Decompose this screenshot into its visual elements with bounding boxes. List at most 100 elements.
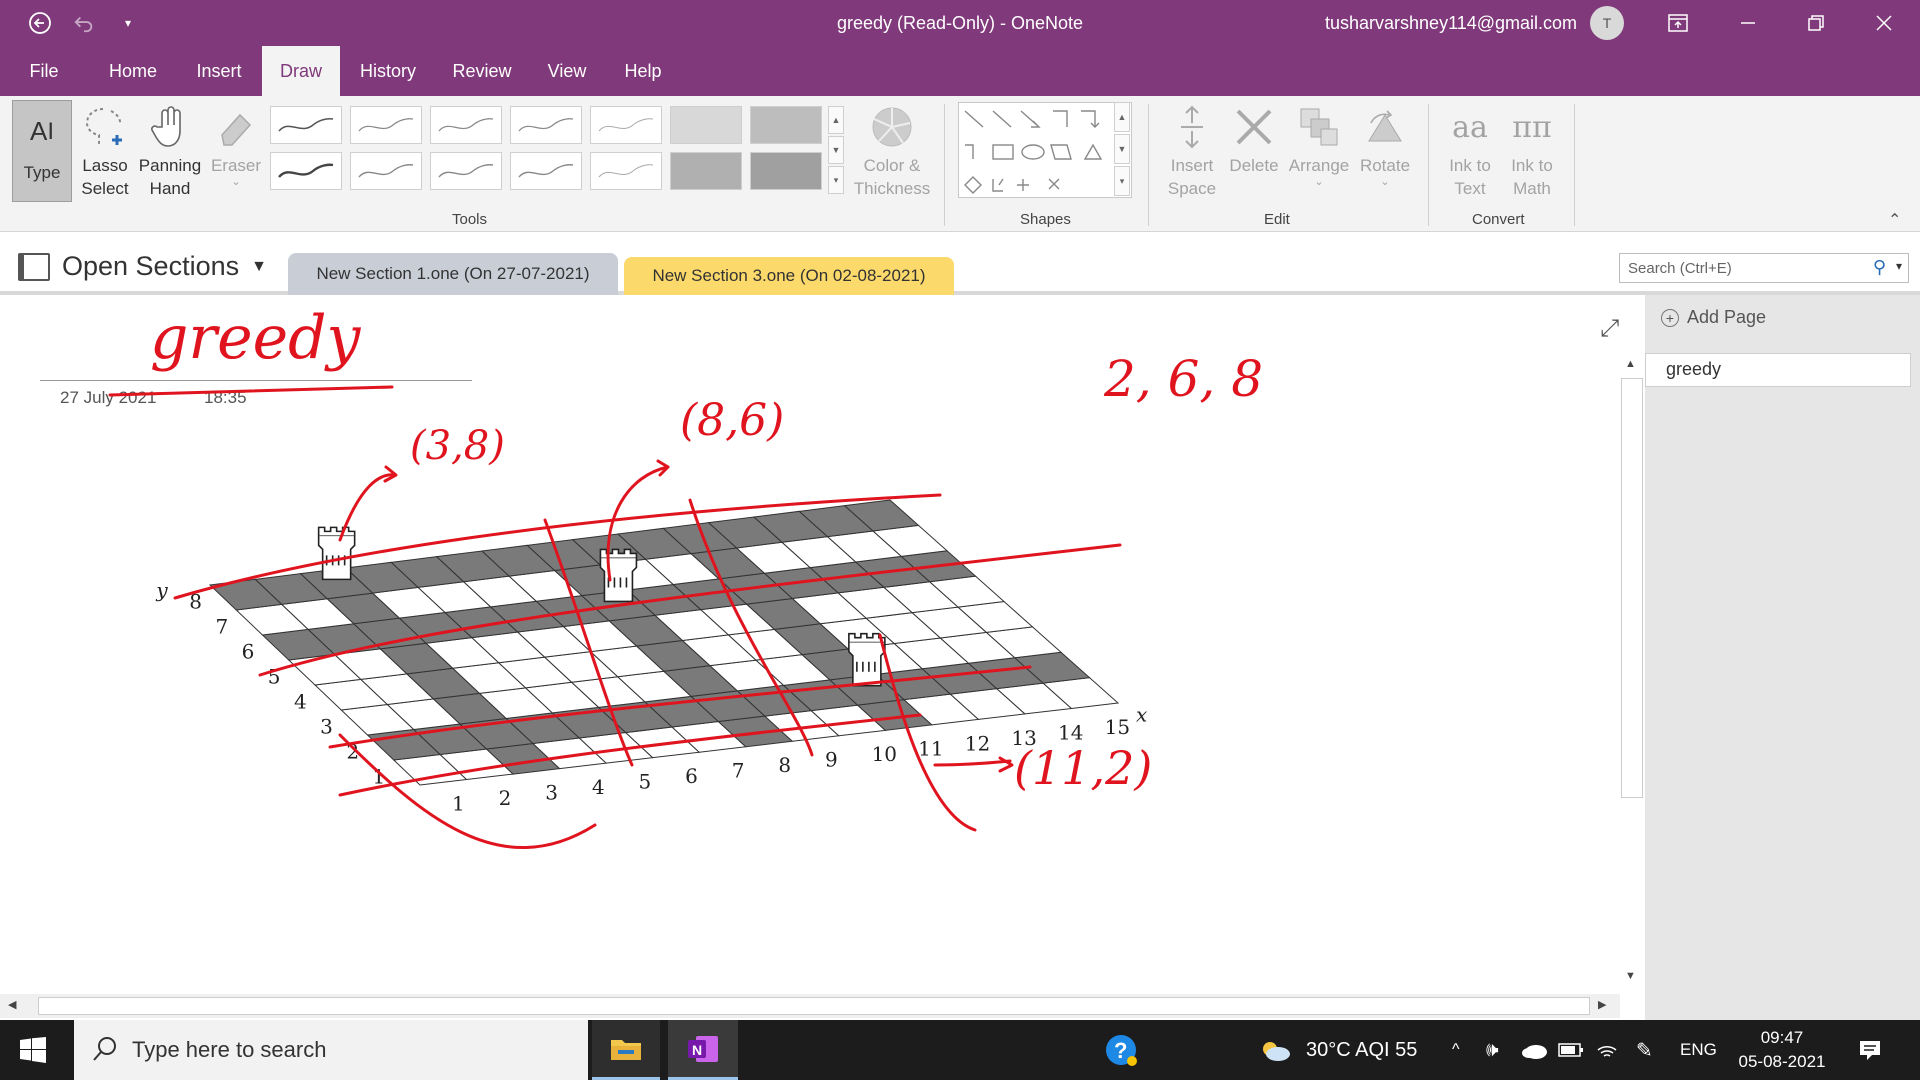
pen-gray-3[interactable] xyxy=(510,106,582,144)
shapes-scroll-up-icon[interactable]: ▲ xyxy=(1114,102,1130,132)
tab-home[interactable]: Home xyxy=(98,46,168,96)
search-scope-dropdown-icon[interactable]: ▾ xyxy=(1896,259,1902,273)
scroll-down-icon[interactable]: ▼ xyxy=(1625,970,1636,982)
convert-group-label: Convert xyxy=(1472,211,1525,228)
x-tick-label: 6 xyxy=(685,764,698,788)
collapse-ribbon-icon[interactable]: ⌃ xyxy=(1888,210,1901,230)
taskbar-search-input[interactable]: Type here to search xyxy=(74,1020,588,1080)
pen-gray-2[interactable] xyxy=(430,106,502,144)
arrange-button[interactable]: Arrange ⌄ xyxy=(1286,100,1352,188)
notifications-icon[interactable] xyxy=(1858,1020,1882,1080)
search-icon[interactable]: ⚲ xyxy=(1873,257,1886,278)
x-tick-label: 5 xyxy=(638,769,651,793)
menu-bar: File Home Insert Draw History Review Vie… xyxy=(0,46,1920,130)
tab-insert[interactable]: Insert xyxy=(186,46,252,96)
weather-text[interactable]: 30°C AQI 55 xyxy=(1306,1020,1417,1080)
x-tick-label: 1 xyxy=(452,791,465,815)
ink-math-label-1: Ink to xyxy=(1511,156,1553,175)
open-sections-dropdown[interactable]: Open Sections ▼ xyxy=(18,251,267,282)
scroll-right-icon[interactable]: ▶ xyxy=(1598,998,1606,1011)
expand-page-icon[interactable]: ⤢ xyxy=(1600,315,1619,343)
ink-text-label-1: Ink to xyxy=(1449,156,1491,175)
pen-gray-4[interactable] xyxy=(590,106,662,144)
ink-title: greedy xyxy=(150,303,361,373)
scroll-left-icon[interactable]: ◀ xyxy=(8,998,16,1011)
pen-black-thin[interactable] xyxy=(270,106,342,144)
gallery-scroll-down-icon[interactable]: ▼ xyxy=(828,136,844,164)
search-input[interactable]: Search (Ctrl+E) ⚲ ▾ xyxy=(1619,253,1909,283)
avatar[interactable]: T xyxy=(1590,6,1624,40)
eraser-button[interactable]: Eraser ⌄ xyxy=(208,100,264,188)
ink-to-math-button[interactable]: ππ Ink to Math xyxy=(1502,100,1562,200)
delete-button[interactable]: Delete xyxy=(1226,100,1282,177)
file-explorer-icon[interactable] xyxy=(592,1020,660,1080)
tab-review[interactable]: Review xyxy=(444,46,520,96)
ink-to-text-button[interactable]: aa Ink to Text xyxy=(1440,100,1500,200)
color-label-1: Color & xyxy=(863,156,921,175)
weather-cloud-icon[interactable] xyxy=(1258,1020,1292,1080)
highlighter-3[interactable] xyxy=(670,152,742,190)
ribbon-display-options-icon[interactable] xyxy=(1650,0,1706,46)
tab-help[interactable]: Help xyxy=(614,46,672,96)
tab-draw[interactable]: Draw xyxy=(262,46,340,96)
pen-black-thick[interactable] xyxy=(270,152,342,190)
pen-gray-7[interactable] xyxy=(510,152,582,190)
volume-icon[interactable]: 🕪 xyxy=(1486,1020,1499,1080)
group-divider xyxy=(944,104,945,226)
pen-gray-6[interactable] xyxy=(430,152,502,190)
horizontal-scroll-thumb[interactable] xyxy=(38,997,1590,1015)
highlighter-1[interactable] xyxy=(670,106,742,144)
type-button[interactable]: AI Type xyxy=(12,100,72,202)
battery-icon[interactable] xyxy=(1558,1020,1584,1080)
window-title: greedy (Read-Only) - OneNote xyxy=(836,13,1084,33)
rook-icon xyxy=(848,632,886,687)
lasso-select-button[interactable]: Lasso Select xyxy=(78,100,132,200)
tab-history[interactable]: History xyxy=(350,46,426,96)
x-axis-label: x xyxy=(1136,702,1147,726)
gallery-scroll-up-icon[interactable]: ▲ xyxy=(828,106,844,134)
arrange-dropdown-icon: ⌄ xyxy=(1314,176,1324,188)
onenote-app-icon[interactable]: N xyxy=(668,1020,738,1080)
vertical-scroll-thumb[interactable] xyxy=(1621,378,1643,798)
shapes-scroll-down-icon[interactable]: ▼ xyxy=(1114,134,1130,164)
pen-gray-8[interactable] xyxy=(590,152,662,190)
add-page-button[interactable]: + Add Page xyxy=(1661,307,1766,328)
scroll-up-icon[interactable]: ▲ xyxy=(1625,358,1636,370)
highlighter-2[interactable] xyxy=(750,106,822,144)
arrange-icon xyxy=(1297,100,1341,154)
tools-group-label: Tools xyxy=(452,211,488,228)
color-thickness-button[interactable]: Color & Thickness xyxy=(852,100,932,200)
restore-icon[interactable] xyxy=(1788,0,1844,46)
tab-file[interactable]: File xyxy=(18,46,70,96)
taskbar-clock[interactable]: 09:47 05-08-2021 xyxy=(1732,1026,1832,1074)
close-icon[interactable] xyxy=(1856,0,1912,46)
help-icon[interactable]: ? xyxy=(1104,1020,1138,1080)
insert-space-button[interactable]: Insert Space xyxy=(1162,100,1222,200)
language-indicator[interactable]: ENG xyxy=(1680,1020,1717,1080)
shapes-more-icon[interactable]: ▾ xyxy=(1114,166,1130,196)
page-list-item[interactable]: greedy xyxy=(1645,353,1911,387)
minimize-icon[interactable] xyxy=(1720,0,1776,46)
page-canvas[interactable]: 1 2 3 4 5 6 7 8 9 10 11 12 13 14 15 1 2 3 4 5 6 7 8 y x 27 July … xyxy=(0,295,1620,995)
windows-start-icon[interactable] xyxy=(20,1020,46,1080)
x-tick-label: 2 xyxy=(499,786,512,810)
pen-gray-1[interactable] xyxy=(350,106,422,144)
rotate-button[interactable]: Rotate ⌄ xyxy=(1356,100,1414,188)
onedrive-icon[interactable] xyxy=(1520,1020,1548,1080)
section-tab-1[interactable]: New Section 1.one (On 27-07-2021) xyxy=(288,253,618,295)
ink-note-11-2: (11,2) xyxy=(1014,741,1153,795)
chevron-up-icon[interactable]: ^ xyxy=(1452,1020,1460,1080)
wifi-icon[interactable] xyxy=(1596,1020,1618,1080)
horizontal-scrollbar[interactable]: ◀ ▶ xyxy=(0,994,1620,1018)
panning-hand-button[interactable]: Panning Hand xyxy=(138,100,202,200)
vertical-scrollbar[interactable]: ▲ ▼ xyxy=(1620,356,1644,996)
pen-gray-5[interactable] xyxy=(350,152,422,190)
section-tab-3[interactable]: New Section 3.one (On 02-08-2021) xyxy=(624,257,954,295)
highlighter-4[interactable] xyxy=(750,152,822,190)
gallery-more-icon[interactable]: ▾ xyxy=(828,166,844,194)
pen-workspace-icon[interactable]: ✎ xyxy=(1636,1020,1653,1080)
insert-space-label-2: Space xyxy=(1167,179,1217,198)
user-email[interactable]: tusharvarshney114@gmail.com xyxy=(1325,13,1577,34)
x-tick-label: 15 xyxy=(1105,715,1130,739)
tab-view[interactable]: View xyxy=(538,46,596,96)
